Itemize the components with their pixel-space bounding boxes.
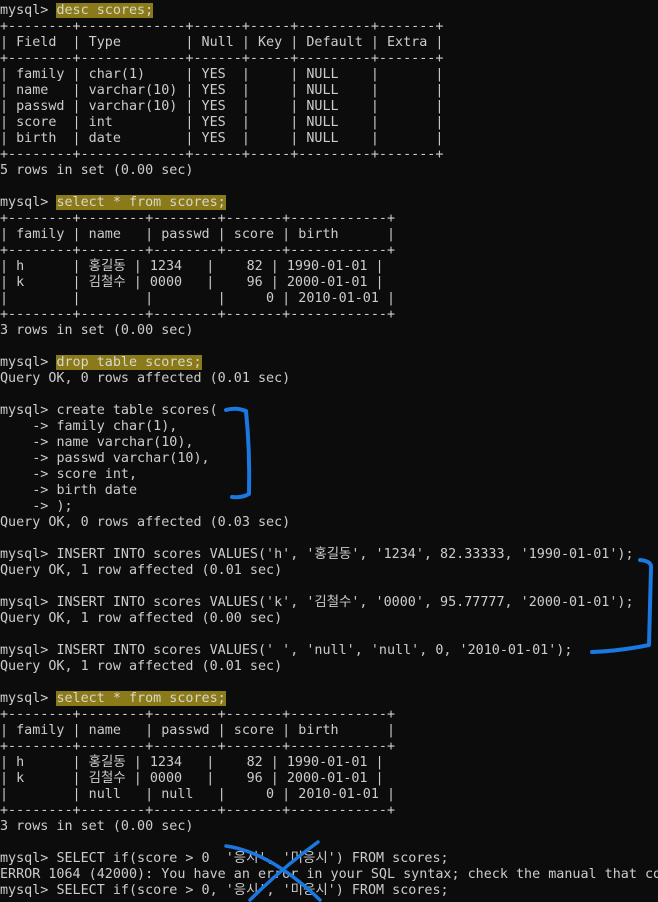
command-text: drop table scores; <box>56 355 202 370</box>
output-line: ERROR 1064 (42000): You have an error in… <box>0 867 658 882</box>
command-text: name varchar(10), <box>56 435 194 450</box>
prompt: mysql> <box>0 195 57 210</box>
command-text: INSERT INTO scores VALUES(' ', 'null', '… <box>56 643 573 658</box>
command-text: INSERT INTO scores VALUES('h', '홍길동', '1… <box>56 547 634 562</box>
command-line: mysql> SELECT if(score > 0 '응시', '미응시') … <box>0 851 449 867</box>
prompt: mysql> <box>0 643 57 658</box>
command-line: mysql> SELECT if(score > 0, '응시', '미응시')… <box>0 883 449 899</box>
prompt: mysql> <box>0 547 57 562</box>
output-line: +--------+-------------+------+-----+---… <box>0 19 444 34</box>
continuation-prompt: -> <box>0 467 57 482</box>
continuation-line: -> name varchar(10), <box>0 435 194 451</box>
output-line: | birth | date | YES | | NULL | | <box>0 131 444 146</box>
command-line: mysql> INSERT INTO scores VALUES(' ', 'n… <box>0 643 572 659</box>
output-line: | name | varchar(10) | YES | | NULL | | <box>0 83 444 98</box>
continuation-line: -> family char(1), <box>0 419 177 435</box>
output-line: | family | char(1) | YES | | NULL | | <box>0 67 444 82</box>
output-line: +--------+--------+--------+-------+----… <box>0 243 396 258</box>
continuation-prompt: -> <box>0 435 57 450</box>
command-line: mysql> INSERT INTO scores VALUES('k', '김… <box>0 595 634 611</box>
command-text: family char(1), <box>56 419 178 434</box>
output-line: | h | 홍길동 | 1234 | 82 | 1990-01-01 | <box>0 755 384 770</box>
continuation-line: -> score int, <box>0 467 137 483</box>
command-text: score int, <box>56 467 138 482</box>
output-line: Query OK, 0 rows affected (0.03 sec) <box>0 515 291 530</box>
command-text: birth date <box>56 483 138 498</box>
command-text: select * from scores; <box>56 195 226 210</box>
output-line: | score | int | YES | | NULL | | <box>0 115 444 130</box>
command-text: select * from scores; <box>56 691 226 706</box>
command-text: passwd varchar(10), <box>56 451 210 466</box>
command-text: create table scores( <box>56 403 218 418</box>
output-line: +--------+--------+--------+-------+----… <box>0 707 396 722</box>
command-text: INSERT INTO scores VALUES('k', '김철수', '0… <box>56 595 634 610</box>
continuation-prompt: -> <box>0 419 57 434</box>
output-line: +--------+--------+--------+-------+----… <box>0 307 396 322</box>
continuation-line: -> birth date <box>0 483 137 499</box>
output-line: Query OK, 1 row affected (0.00 sec) <box>0 611 283 626</box>
command-line: mysql> INSERT INTO scores VALUES('h', '홍… <box>0 547 634 563</box>
terminal-window[interactable]: mysql> desc scores; +--------+-----------… <box>0 0 658 902</box>
output-line: +--------+--------+--------+-------+----… <box>0 211 396 226</box>
command-line: mysql> desc scores; <box>0 3 154 19</box>
continuation-prompt: -> <box>0 499 57 514</box>
prompt: mysql> <box>0 595 57 610</box>
output-line: Query OK, 1 row affected (0.01 sec) <box>0 563 283 578</box>
output-line: Query OK, 0 rows affected (0.01 sec) <box>0 371 291 386</box>
output-line: +--------+--------+--------+-------+----… <box>0 739 396 754</box>
output-line: | k | 김철수 | 0000 | 96 | 2000-01-01 | <box>0 771 384 786</box>
command-text: ); <box>56 499 73 514</box>
continuation-prompt: -> <box>0 483 57 498</box>
command-line: mysql> select * from scores; <box>0 691 226 707</box>
prompt: mysql> <box>0 403 57 418</box>
output-line: | h | 홍길동 | 1234 | 82 | 1990-01-01 | <box>0 259 384 274</box>
continuation-line: -> ); <box>0 499 73 515</box>
command-line: mysql> create table scores( <box>0 403 218 419</box>
output-line: +--------+-------------+------+-----+---… <box>0 51 444 66</box>
output-line: +--------+--------+--------+-------+----… <box>0 803 396 818</box>
output-line: | k | 김철수 | 0000 | 96 | 2000-01-01 | <box>0 275 384 290</box>
command-line: mysql> drop table scores; <box>0 355 202 371</box>
command-text: SELECT if(score > 0, '응시', '미응시') FROM s… <box>56 883 449 898</box>
prompt: mysql> <box>0 3 57 18</box>
command-text: desc scores; <box>56 3 154 18</box>
output-line: | Field | Type | Null | Key | Default | … <box>0 35 444 50</box>
output-line: +--------+-------------+------+-----+---… <box>0 147 444 162</box>
output-line: | | | | 0 | 2010-01-01 | <box>0 291 396 306</box>
prompt: mysql> <box>0 851 57 866</box>
output-line: | | null | null | 0 | 2010-01-01 | <box>0 787 396 802</box>
prompt: mysql> <box>0 691 57 706</box>
output-line: | family | name | passwd | score | birth… <box>0 723 396 738</box>
output-line: | passwd | varchar(10) | YES | | NULL | … <box>0 99 444 114</box>
prompt: mysql> <box>0 883 57 898</box>
command-text: SELECT if(score > 0 '응시', '미응시') FROM sc… <box>56 851 449 866</box>
continuation-prompt: -> <box>0 451 57 466</box>
output-line: 5 rows in set (0.00 sec) <box>0 163 194 178</box>
output-line: 3 rows in set (0.00 sec) <box>0 819 194 834</box>
prompt: mysql> <box>0 355 57 370</box>
output-line: | family | name | passwd | score | birth… <box>0 227 396 242</box>
output-line: 3 rows in set (0.00 sec) <box>0 323 194 338</box>
output-line: Query OK, 1 row affected (0.01 sec) <box>0 659 283 674</box>
continuation-line: -> passwd varchar(10), <box>0 451 210 467</box>
command-line: mysql> select * from scores; <box>0 195 226 211</box>
